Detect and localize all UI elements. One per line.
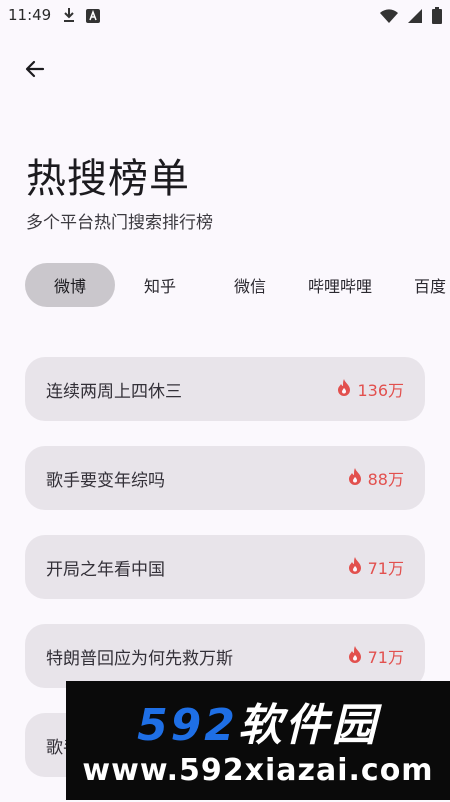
flame-icon [347, 467, 363, 489]
list-item[interactable]: 连续两周上四休三 136万 [25, 357, 425, 421]
heat-indicator: 136万 [336, 377, 404, 401]
status-icons-right [380, 7, 442, 28]
tab-zhihu[interactable]: 知乎 [115, 263, 205, 307]
flame-icon [336, 378, 352, 400]
list-item[interactable]: 开局之年看中国 71万 [25, 535, 425, 599]
heat-indicator: 71万 [347, 555, 404, 579]
watermark-banner: 592软件园 www.592xiazai.com [66, 681, 450, 800]
heat-value: 71万 [367, 648, 404, 667]
back-button[interactable] [20, 56, 50, 86]
heat-indicator: 71万 [347, 644, 404, 668]
tab-bilibili[interactable]: 哔哩哔哩 [295, 263, 385, 307]
tabs-track: 微博 知乎 微信 哔哩哔哩 百度 [25, 263, 450, 307]
download-icon [62, 7, 76, 27]
page-subtitle: 多个平台热门搜索排行榜 [26, 213, 213, 233]
heat-value: 71万 [367, 559, 404, 578]
watermark-brand-text: 软件园 [237, 700, 379, 751]
heat-indicator: 88万 [347, 466, 404, 490]
tab-baidu[interactable]: 百度 [385, 263, 450, 307]
heat-value: 136万 [357, 381, 404, 400]
status-bar: 11:49 [0, 0, 450, 32]
signal-icon [408, 8, 422, 27]
a-icon [86, 8, 100, 27]
item-title: 连续两周上四休三 [46, 381, 182, 402]
arrow-left-icon [23, 57, 47, 85]
list-item[interactable]: 特朗普回应为何先救万斯 71万 [25, 624, 425, 688]
item-title: 歌手要变年综吗 [46, 470, 165, 491]
watermark-logo: 592软件园 [66, 689, 450, 753]
tab-wechat[interactable]: 微信 [205, 263, 295, 307]
watermark-url: www.592xiazai.com [82, 753, 434, 788]
battery-icon [432, 7, 442, 28]
flame-icon [347, 556, 363, 578]
status-icons-left [62, 7, 100, 27]
watermark-number: 592 [137, 700, 238, 751]
wifi-icon [380, 8, 398, 27]
tab-weibo[interactable]: 微博 [25, 263, 115, 307]
item-title: 特朗普回应为何先救万斯 [46, 648, 233, 669]
list-item[interactable]: 歌手要变年综吗 88万 [25, 446, 425, 510]
heat-value: 88万 [367, 470, 404, 489]
status-time: 11:49 [8, 6, 52, 24]
platform-tabs: 微博 知乎 微信 哔哩哔哩 百度 [25, 263, 450, 307]
flame-icon [347, 645, 363, 667]
item-title: 开局之年看中国 [46, 559, 165, 580]
page-title: 热搜榜单 [26, 156, 190, 202]
